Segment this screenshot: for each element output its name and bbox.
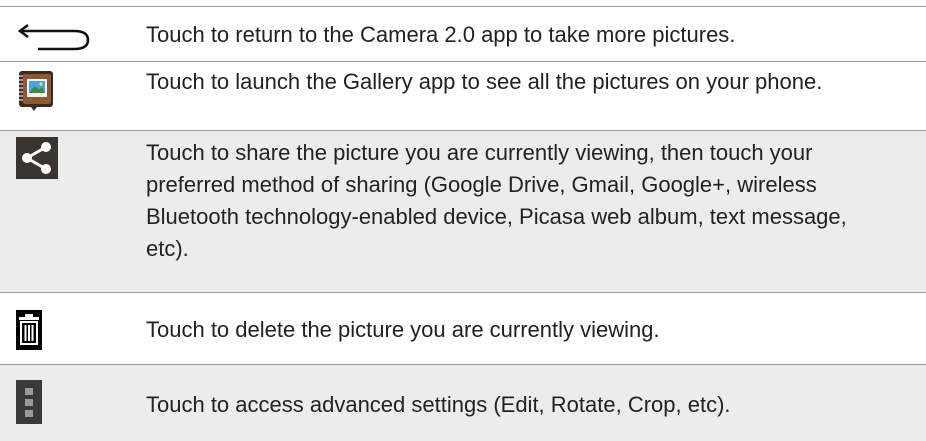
menu-more-icon: [16, 379, 126, 425]
table-row: Touch to share the picture you are curre…: [0, 131, 926, 293]
icon-description-table: Touch to return to the Camera 2.0 app to…: [0, 6, 926, 441]
trash-icon: [16, 309, 126, 351]
share-icon: [16, 137, 126, 179]
back-arrow-icon: [16, 17, 126, 53]
table-row: Touch to return to the Camera 2.0 app to…: [0, 7, 926, 62]
row-description: Touch to launch the Gallery app to see a…: [146, 69, 823, 94]
row-description: Touch to access advanced settings (Edit,…: [146, 392, 731, 417]
table-row: Touch to access advanced settings (Edit,…: [0, 365, 926, 441]
row-description: Touch to share the picture you are curre…: [146, 140, 847, 261]
row-description: Touch to delete the picture you are curr…: [146, 317, 660, 342]
table-row: Touch to launch the Gallery app to see a…: [0, 62, 926, 131]
gallery-icon: [16, 71, 126, 111]
table-row: Touch to delete the picture you are curr…: [0, 293, 926, 365]
row-description: Touch to return to the Camera 2.0 app to…: [146, 22, 736, 47]
